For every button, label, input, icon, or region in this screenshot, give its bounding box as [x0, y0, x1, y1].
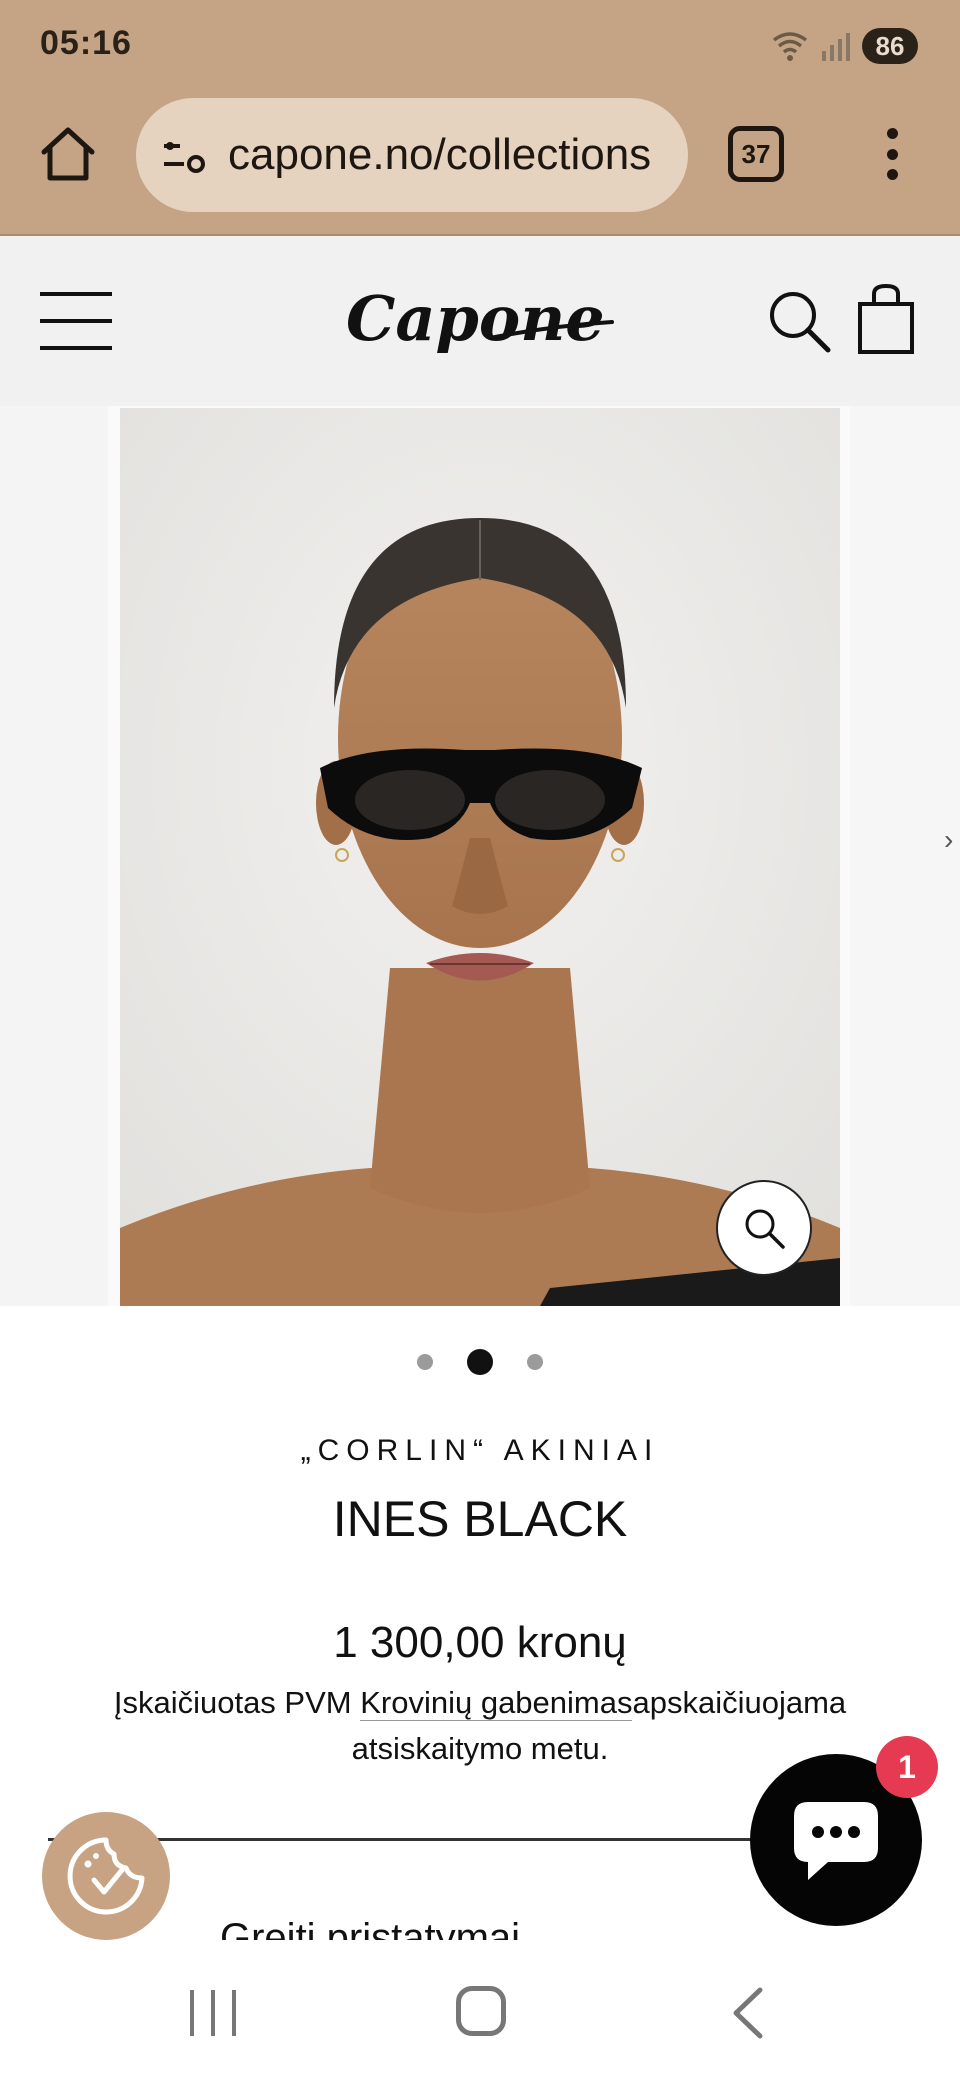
- system-navigation-bar: [0, 1946, 960, 2080]
- cookie-consent-icon: [67, 1837, 145, 1915]
- delivery-info-text: Greiti pristatymai: [220, 1918, 521, 1940]
- shipping-link[interactable]: Krovinių gabenimas: [360, 1685, 633, 1721]
- wifi-icon: [772, 32, 808, 61]
- site-header: Capone: [0, 236, 960, 406]
- product-photo[interactable]: [120, 408, 840, 1306]
- tax-note-prefix: Įskaičiuotas PVM: [113, 1685, 361, 1720]
- url-text: capone.no/collections: [228, 130, 652, 179]
- zoom-button[interactable]: [716, 1180, 812, 1276]
- status-icons: 86: [770, 26, 918, 66]
- home-nav-icon[interactable]: [456, 1986, 506, 2036]
- shopping-bag-icon[interactable]: [856, 282, 916, 356]
- next-arrow-icon[interactable]: ›: [944, 824, 953, 856]
- cookie-consent-button[interactable]: [42, 1812, 170, 1940]
- tab-switcher-button[interactable]: 37: [728, 126, 784, 182]
- capone-logo[interactable]: Capone: [340, 276, 620, 366]
- next-slide-peek[interactable]: [850, 406, 960, 1306]
- site-settings-icon[interactable]: [160, 130, 210, 180]
- product-gallery[interactable]: ›: [0, 406, 960, 1306]
- address-bar[interactable]: capone.no/collections: [136, 98, 688, 212]
- battery-indicator: 86: [862, 28, 918, 64]
- gallery-dot-2[interactable]: [467, 1349, 493, 1375]
- search-icon[interactable]: [766, 288, 832, 354]
- menu-icon[interactable]: [40, 292, 112, 350]
- product-title: INES BLACK: [332, 1491, 628, 1547]
- zoom-icon: [745, 1209, 785, 1249]
- delivery-info-row: Greiti pristatymai: [220, 1918, 740, 1940]
- tax-note: Įskaičiuotas PVM Krovinių gabenimasapska…: [90, 1680, 870, 1772]
- previous-slide-peek[interactable]: [0, 406, 108, 1306]
- chat-notification-badge: 1: [876, 1736, 938, 1798]
- browser-toolbar: capone.no/collections 37: [0, 92, 960, 236]
- gallery-pagination: [0, 1349, 960, 1375]
- product-price: 1 300,00 kronų: [333, 1618, 627, 1667]
- chat-icon: [794, 1802, 878, 1880]
- gallery-dot-1[interactable]: [417, 1354, 433, 1370]
- status-bar: 05:16 86: [0, 0, 960, 92]
- logo-text: Capone: [346, 282, 605, 355]
- section-divider: [48, 1838, 838, 1841]
- gallery-dot-3[interactable]: [527, 1354, 543, 1370]
- home-icon[interactable]: [38, 124, 98, 184]
- back-icon[interactable]: [728, 1986, 768, 2040]
- product-type: „CORLIN“ AKINIAI: [300, 1434, 660, 1467]
- recents-icon[interactable]: [190, 1990, 236, 2036]
- signal-icon: [822, 33, 850, 61]
- status-time: 05:16: [40, 24, 132, 62]
- more-vert-icon[interactable]: [872, 124, 912, 184]
